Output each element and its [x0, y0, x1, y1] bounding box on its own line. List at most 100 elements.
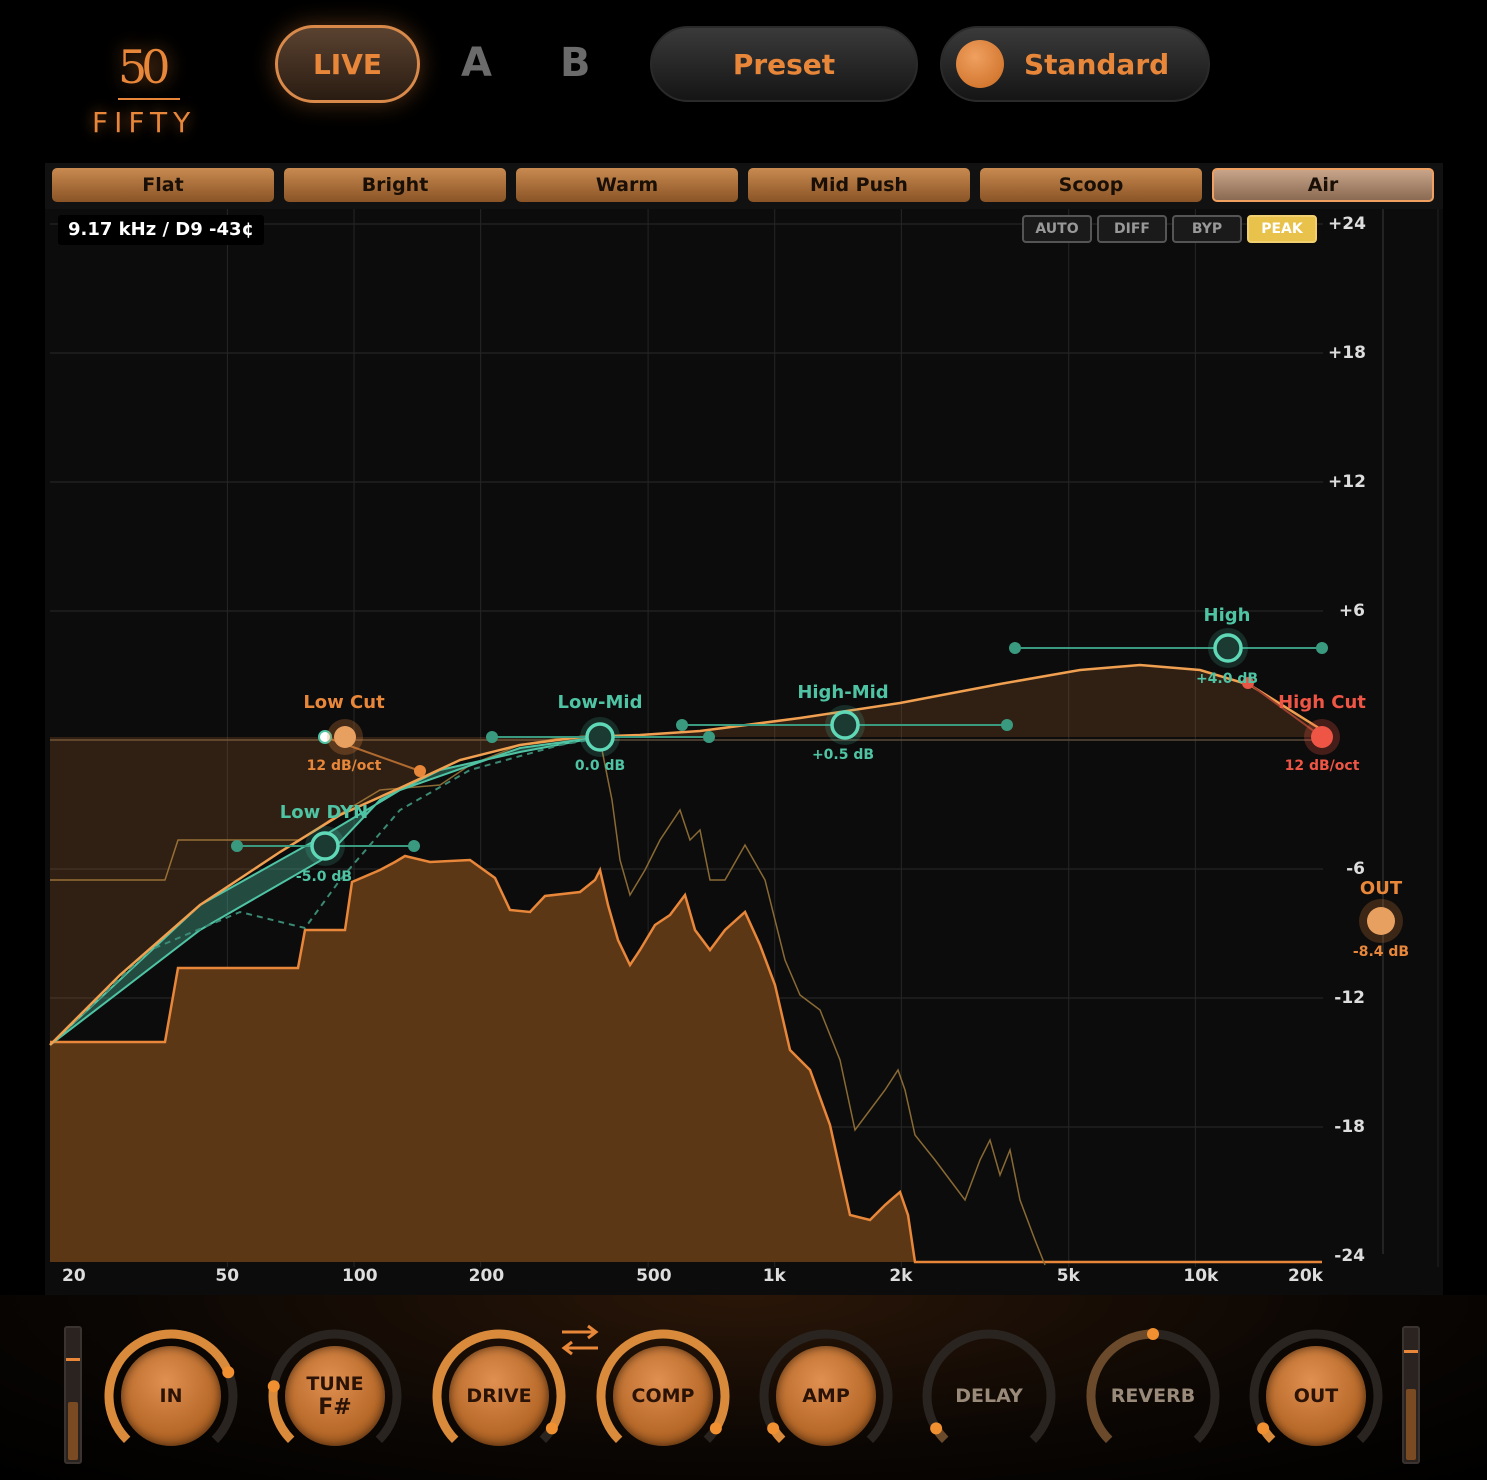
knob-label: AMP: [802, 1385, 850, 1407]
out-gain-node[interactable]: [1367, 907, 1395, 935]
low-mid-q-handle: [703, 731, 715, 743]
knob-label: TUNE: [306, 1372, 364, 1395]
knob-cap[interactable]: DRIVE: [449, 1346, 549, 1446]
eq-canvas[interactable]: [45, 209, 1443, 1295]
low-mid-node[interactable]: [585, 722, 615, 752]
knob-delay[interactable]: DELAY: [918, 1325, 1060, 1467]
x-tick-label: 20k: [1288, 1266, 1323, 1286]
high-mid-node[interactable]: [830, 710, 860, 740]
low-cut-value: 12 dB/oct: [306, 758, 382, 774]
high-label: High: [1203, 605, 1251, 626]
fifty-logo: 50 FIFTY: [88, 40, 218, 150]
low-mid-label: Low-Mid: [557, 692, 643, 713]
x-tick-label: 1k: [762, 1266, 786, 1286]
output-meter-fill: [1406, 1388, 1416, 1460]
mode-toggle-knob: [956, 40, 1004, 88]
low-dyn-q-handle: [231, 840, 243, 852]
low-dyn-q-handle: [408, 840, 420, 852]
x-tick-label: 10k: [1183, 1266, 1219, 1286]
logo-divider: [118, 98, 180, 100]
knob-indicator: [709, 1422, 722, 1435]
eq-graph[interactable]: [45, 209, 1443, 1295]
snapshot-b-button[interactable]: B: [560, 40, 591, 86]
knob-indicator: [1147, 1328, 1159, 1340]
out-gain-value: -8.4 dB: [1352, 944, 1410, 960]
auto-button[interactable]: AUTO: [1022, 215, 1092, 243]
spectrum-fill: [50, 856, 1322, 1262]
knob-drive[interactable]: DRIVE: [428, 1325, 570, 1467]
snapshot-a-button[interactable]: A: [461, 40, 492, 86]
high-node[interactable]: [1213, 633, 1243, 663]
y-tick-label: +24: [1328, 214, 1366, 234]
y-tick-label: +6: [1338, 601, 1365, 621]
logo-number: 50: [118, 40, 170, 94]
high-cut-node[interactable]: [1311, 726, 1333, 748]
x-tick-label: 50: [215, 1266, 240, 1286]
preset-tab-mid-push[interactable]: Mid Push: [748, 168, 970, 202]
high-mid-label: High-Mid: [797, 682, 889, 703]
bypass-button[interactable]: BYP: [1172, 215, 1242, 243]
mode-label: Standard: [1024, 47, 1170, 81]
knob-reverb[interactable]: REVERB: [1082, 1325, 1224, 1467]
x-tick-label: 100: [342, 1266, 378, 1286]
knob-in[interactable]: IN: [100, 1325, 242, 1467]
high-cut-value: 12 dB/oct: [1284, 758, 1360, 774]
input-meter-fill: [68, 1401, 78, 1460]
knob-cap[interactable]: DELAY: [939, 1346, 1039, 1446]
x-tick-label: 200: [468, 1266, 505, 1286]
peak-button[interactable]: PEAK: [1247, 215, 1317, 243]
output-meter-peak: [1404, 1350, 1418, 1353]
high-q-handle: [1009, 642, 1021, 654]
preset-tab-warm[interactable]: Warm: [516, 168, 738, 202]
knob-label: DRIVE: [466, 1385, 532, 1407]
y-tick-label: -6: [1346, 859, 1365, 879]
knob-tune[interactable]: TUNE F#: [264, 1325, 406, 1467]
knob-label: COMP: [631, 1385, 695, 1407]
high-mid-q-handle: [1001, 719, 1013, 731]
knob-comp[interactable]: COMP: [592, 1325, 734, 1467]
diff-button[interactable]: DIFF: [1097, 215, 1167, 243]
low-mid-value: 0.0 dB: [574, 758, 626, 774]
knob-cap[interactable]: TUNE F#: [285, 1346, 385, 1446]
knob-label: REVERB: [1110, 1385, 1196, 1407]
knob-indicator: [767, 1422, 780, 1435]
preset-tab-bright[interactable]: Bright: [284, 168, 506, 202]
low-cut-label: Low Cut: [303, 692, 385, 713]
knob-cap[interactable]: IN: [121, 1346, 221, 1446]
x-tick-label: 5k: [1056, 1266, 1080, 1286]
preset-button[interactable]: Preset: [650, 26, 918, 102]
y-tick-label: -18: [1334, 1117, 1365, 1137]
out-gain-label: OUT: [1359, 878, 1403, 899]
x-tick-label: 500: [636, 1266, 672, 1286]
low-cut-node[interactable]: [334, 726, 356, 748]
knob-label: DELAY: [955, 1385, 1023, 1407]
low-dyn-value: -5.0 dB: [295, 869, 353, 885]
high-mid-q-handle: [676, 719, 688, 731]
knob-indicator: [267, 1380, 280, 1393]
preset-tab-scoop[interactable]: Scoop: [980, 168, 1202, 202]
low-cut-slope-handle: [414, 765, 426, 777]
y-tick-label: -24: [1334, 1246, 1365, 1266]
knob-cap[interactable]: AMP: [776, 1346, 876, 1446]
logo-wordmark: FIFTY: [92, 106, 197, 139]
knob-cap[interactable]: REVERB: [1103, 1346, 1203, 1446]
knob-cap[interactable]: OUT: [1266, 1346, 1366, 1446]
mode-toggle[interactable]: Standard: [940, 26, 1210, 102]
knob-out[interactable]: OUT: [1245, 1325, 1387, 1467]
high-value: +4.0 dB: [1195, 671, 1259, 687]
knob-label: IN: [159, 1385, 183, 1407]
knob-indicator: [1257, 1422, 1270, 1435]
knob-amp[interactable]: AMP: [755, 1325, 897, 1467]
x-tick-label: 2k: [889, 1266, 913, 1286]
low-dyn-node[interactable]: [310, 831, 340, 861]
knob-indicator: [545, 1422, 558, 1435]
y-tick-label: +12: [1328, 472, 1366, 492]
input-meter-peak: [66, 1358, 80, 1361]
live-button[interactable]: LIVE: [275, 25, 420, 103]
preset-tab-air[interactable]: Air: [1212, 168, 1434, 202]
knob-cap[interactable]: COMP: [613, 1346, 713, 1446]
preset-tab-flat[interactable]: Flat: [52, 168, 274, 202]
output-meter: [1402, 1326, 1420, 1464]
y-tick-label: +18: [1328, 343, 1366, 363]
high-q-handle: [1316, 642, 1328, 654]
